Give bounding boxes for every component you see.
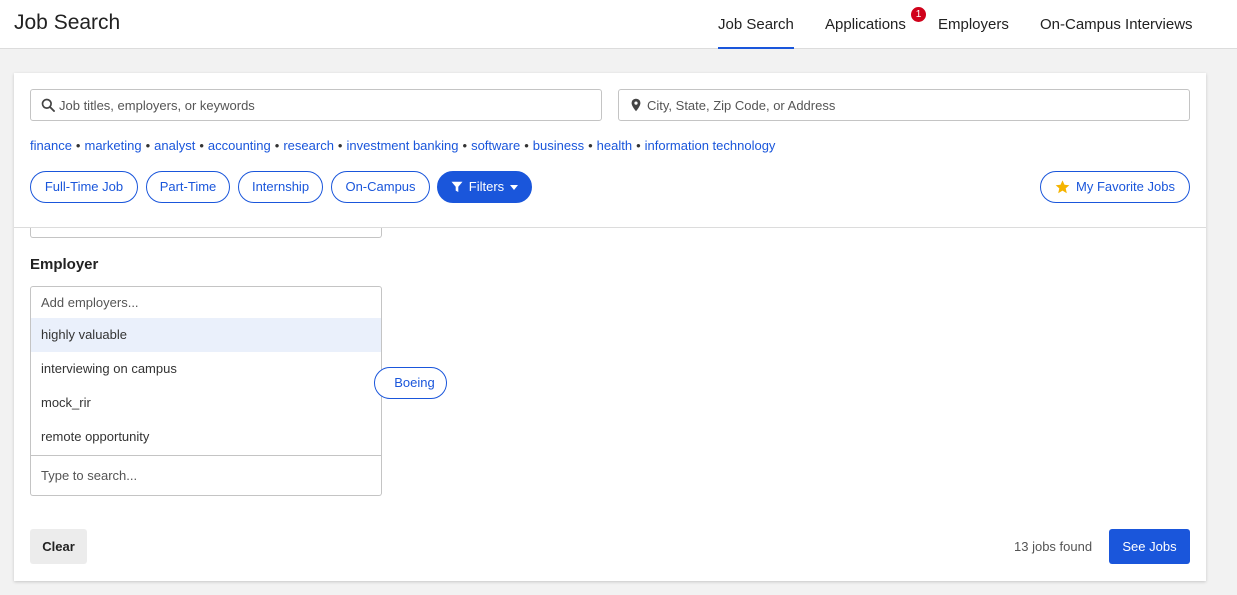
internship-filter-button[interactable]: Internship (238, 171, 323, 203)
employer-option-remote-opportunity[interactable]: remote opportunity (31, 420, 381, 454)
employer-option-interviewing-on-campus[interactable]: interviewing on campus (31, 352, 381, 386)
keyword-link-information-technology[interactable]: information technology (645, 138, 776, 153)
star-icon (1055, 180, 1070, 194)
caret-down-icon (510, 184, 519, 190)
keyword-link-analyst[interactable]: analyst (154, 138, 195, 153)
keyword-link-research[interactable]: research (283, 138, 334, 153)
favorite-jobs-button-content: My Favorite Jobs (1055, 172, 1175, 202)
applications-count-badge: 1 (911, 7, 926, 22)
filters-button[interactable]: Filters (437, 171, 532, 203)
previous-filter-field (30, 228, 382, 238)
location-search-box[interactable] (618, 89, 1190, 121)
employer-input[interactable] (41, 287, 371, 318)
keyword-link-health[interactable]: health (597, 138, 632, 153)
keyword-link-finance[interactable]: finance (30, 138, 72, 153)
nav-tab-on-campus-interviews[interactable]: On-Campus Interviews (1040, 16, 1193, 49)
employer-option-highly-valuable[interactable]: highly valuable (31, 318, 381, 352)
keyword-separator: • (636, 138, 641, 153)
keyword-link-business[interactable]: business (533, 138, 584, 153)
dropdown-search-box[interactable] (31, 455, 381, 495)
keyword-separator: • (145, 138, 151, 153)
part-time-filter-button[interactable]: Part-Time (146, 171, 230, 203)
my-favorite-jobs-button[interactable]: My Favorite Jobs (1040, 171, 1190, 203)
see-jobs-button[interactable]: See Jobs (1109, 529, 1190, 564)
keyword-link-marketing[interactable]: marketing (84, 138, 141, 153)
nav-tab-applications[interactable]: Applications (825, 16, 906, 49)
magnifier-icon (41, 98, 55, 112)
keyword-search-input[interactable] (59, 90, 595, 120)
keyword-separator: • (274, 138, 280, 153)
jobs-found-count: 13 jobs found (1014, 539, 1093, 554)
keyword-link-software[interactable]: software (471, 138, 520, 153)
suggested-keywords: finance • marketing • analyst • accounting • res… (30, 138, 775, 153)
filters-button-content: Filters (451, 172, 519, 202)
dropdown-search-input[interactable] (41, 456, 371, 495)
employer-chip-boeing[interactable]: Boeing (374, 367, 447, 399)
on-campus-filter-button[interactable]: On-Campus (331, 171, 430, 203)
top-navigation-bar: Job Search Job Search Applications 1 Emp… (0, 0, 1237, 49)
keyword-separator: • (199, 138, 204, 153)
employer-dropdown: highly valuable interviewing on campus m… (30, 318, 382, 496)
keyword-separator: • (462, 138, 468, 153)
filters-button-label: Filters (468, 179, 505, 194)
job-search-card: finance•marketing•analyst•accounting•res… (14, 73, 1206, 581)
employer-option-mock-rir[interactable]: mock_rir (31, 386, 381, 420)
nav-tab-job-search[interactable]: Job Search (718, 16, 794, 49)
map-pin-icon (631, 98, 641, 112)
keyword-separator: • (75, 138, 81, 153)
my-favorite-jobs-label: My Favorite Jobs (1076, 179, 1175, 194)
clear-button[interactable]: Clear (30, 529, 87, 564)
nav-tab-employers[interactable]: Employers (938, 16, 1009, 49)
keyword-link-accounting[interactable]: accounting (208, 138, 271, 153)
full-time-job-filter-button[interactable]: Full-Time Job (30, 171, 138, 203)
funnel-icon (451, 181, 463, 192)
keyword-separator: • (337, 138, 343, 153)
keyword-separator: • (524, 138, 529, 153)
keyword-search-box[interactable] (30, 89, 602, 121)
keyword-separator: • (588, 138, 593, 153)
keyword-link-investment-banking[interactable]: investment banking (346, 138, 458, 153)
employer-section-label: Employer (30, 256, 99, 273)
location-search-input[interactable] (647, 90, 1183, 120)
employer-input-box[interactable] (30, 286, 382, 319)
app-title: Job Search (14, 11, 121, 34)
